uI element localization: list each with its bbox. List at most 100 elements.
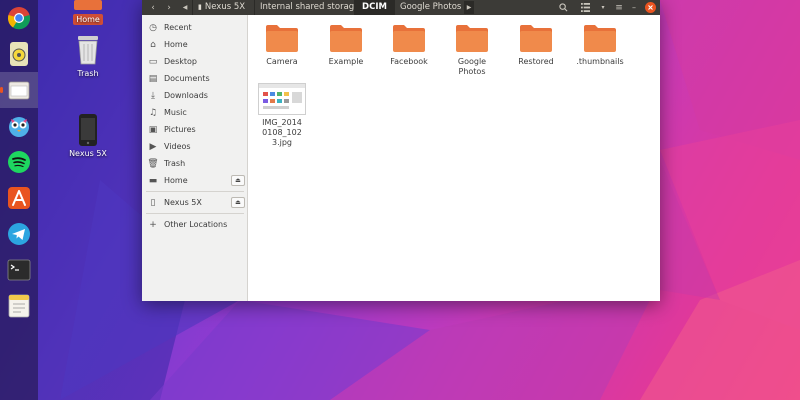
desktop-home-icon[interactable]: Home xyxy=(58,0,118,25)
files-icon xyxy=(8,81,30,100)
search-icon xyxy=(558,3,567,12)
sidebar-item-label: Home xyxy=(164,176,188,185)
sidebar-item-home-drive[interactable]: ▬ Home ⏏ xyxy=(142,172,248,189)
sidebar-item-label: Recent xyxy=(164,23,192,32)
dock-files[interactable] xyxy=(0,76,33,104)
picture-icon: ▣ xyxy=(148,124,158,135)
image-thumbnail xyxy=(258,83,306,115)
folder-item[interactable]: Restored xyxy=(508,23,564,67)
hamburger-icon: ≡ xyxy=(615,2,623,13)
folder-item[interactable]: Example xyxy=(318,23,374,67)
dock-terminal[interactable] xyxy=(5,256,33,284)
sidebar-item-home[interactable]: ⌂ Home xyxy=(142,36,248,53)
breadcrumb-nexus[interactable]: ▮ Nexus 5X xyxy=(192,0,250,15)
clock-icon: ◷ xyxy=(149,22,157,33)
triangle-right-icon: ▶ xyxy=(466,4,472,11)
breadcrumb-google-photos[interactable]: Google Photos xyxy=(394,0,466,15)
document-icon: ▤ xyxy=(148,73,158,84)
dock-notes[interactable] xyxy=(5,292,33,320)
breadcrumb-scroll-left[interactable]: ◀ xyxy=(180,1,190,14)
trash-icon: 🗑 xyxy=(147,158,159,169)
folder-icon xyxy=(455,23,489,53)
eject-button[interactable]: ⏏ xyxy=(231,197,245,208)
headerbar: ‹ › ◀ ▮ Nexus 5X Internal shared storage … xyxy=(142,0,660,15)
eject-icon: ⏏ xyxy=(235,177,241,184)
sidebar-item-music[interactable]: ♫ Music xyxy=(142,104,248,121)
download-icon: ⤓ xyxy=(151,90,155,101)
folder-item[interactable]: Camera xyxy=(254,23,310,67)
folder-icon xyxy=(392,23,426,53)
sidebar-item-videos[interactable]: ▶ Videos xyxy=(142,138,248,155)
sidebar-item-nexus[interactable]: ▯ Nexus 5X ⏏ xyxy=(142,194,248,211)
dock-spotify[interactable] xyxy=(5,148,33,176)
dock-chrome[interactable] xyxy=(5,4,33,32)
telegram-icon xyxy=(8,223,30,245)
phone-icon xyxy=(79,114,97,146)
sidebar-item-label: Other Locations xyxy=(164,220,228,229)
folder-icon xyxy=(265,23,299,53)
folder-item[interactable]: Facebook xyxy=(381,23,437,67)
sidebar-item-recent[interactable]: ◷ Recent xyxy=(142,19,248,36)
dock-owl[interactable] xyxy=(5,112,33,140)
trash-icon xyxy=(78,36,98,65)
breadcrumb-storage[interactable]: Internal shared storage xyxy=(254,0,364,15)
sidebar-item-label: Nexus 5X xyxy=(164,198,202,207)
search-button[interactable] xyxy=(554,1,572,14)
desktop-icon-label: Trash xyxy=(77,69,99,78)
close-button[interactable] xyxy=(644,1,656,14)
item-label: IMG_20140108_1023.jpg xyxy=(262,118,302,147)
sidebar-item-documents[interactable]: ▤ Documents xyxy=(142,70,248,87)
breadcrumb-label: DCIM xyxy=(362,2,387,12)
back-button[interactable]: ‹ xyxy=(146,1,160,14)
folder-icon xyxy=(519,23,553,53)
drive-icon: ▬ xyxy=(148,175,158,186)
item-label: Google Photos xyxy=(457,57,487,76)
rhythmbox-icon xyxy=(10,42,28,66)
desktop-trash-icon[interactable]: Trash xyxy=(58,34,118,79)
owl-app-icon xyxy=(9,117,29,137)
spotify-icon xyxy=(8,151,30,173)
video-icon: ▶ xyxy=(149,141,157,152)
sidebar-item-trash[interactable]: 🗑 Trash xyxy=(142,155,248,172)
dock-rhythmbox[interactable] xyxy=(5,40,33,68)
sidebar-item-pictures[interactable]: ▣ Pictures xyxy=(142,121,248,138)
sidebar-item-label: Downloads xyxy=(164,91,208,100)
folder-item[interactable]: .thumbnails xyxy=(570,23,630,67)
breadcrumb-scroll-right[interactable]: ▶ xyxy=(464,1,474,14)
sidebar-item-downloads[interactable]: ⤓ Downloads xyxy=(142,87,248,104)
item-label: Camera xyxy=(266,57,298,66)
item-label: .thumbnails xyxy=(576,57,624,66)
hamburger-menu-button[interactable]: ≡ xyxy=(612,1,626,14)
home-icon: ⌂ xyxy=(150,39,156,50)
desktop-icon-label: Home xyxy=(73,14,103,25)
breadcrumb-dcim[interactable]: DCIM xyxy=(354,0,394,15)
folder-item[interactable]: Google Photos xyxy=(444,23,500,77)
list-view-icon xyxy=(580,3,590,12)
eject-button[interactable]: ⏏ xyxy=(231,175,245,186)
sidebar-separator xyxy=(146,213,244,214)
folder-icon: ▭ xyxy=(148,56,158,67)
eject-icon: ⏏ xyxy=(235,199,241,206)
sidebar-item-desktop[interactable]: ▭ Desktop xyxy=(142,53,248,70)
file-item[interactable]: IMG_20140108_1023.jpg xyxy=(254,83,310,148)
sidebar-item-label: Trash xyxy=(164,159,186,168)
chevron-right-icon: › xyxy=(167,2,171,13)
notes-icon xyxy=(8,294,30,318)
minimize-icon: – xyxy=(632,3,636,12)
desktop-nexus-icon[interactable]: Nexus 5X xyxy=(58,114,118,159)
forward-button[interactable]: › xyxy=(162,1,176,14)
view-toggle-button[interactable] xyxy=(576,1,594,14)
minimize-button[interactable]: – xyxy=(628,1,640,14)
phone-icon: ▯ xyxy=(150,197,156,208)
sidebar-item-other-locations[interactable]: + Other Locations xyxy=(142,216,248,233)
dock-software[interactable] xyxy=(5,184,33,212)
sidebar-item-label: Documents xyxy=(164,74,210,83)
item-label: Example xyxy=(328,57,364,66)
dock-telegram[interactable] xyxy=(5,220,33,248)
terminal-icon xyxy=(7,259,31,281)
file-manager-window: ‹ › ◀ ▮ Nexus 5X Internal shared storage … xyxy=(142,0,660,301)
close-icon xyxy=(644,2,656,13)
sidebar-item-label: Home xyxy=(164,40,188,49)
dock xyxy=(0,0,38,400)
sidebar-item-label: Desktop xyxy=(164,57,197,66)
